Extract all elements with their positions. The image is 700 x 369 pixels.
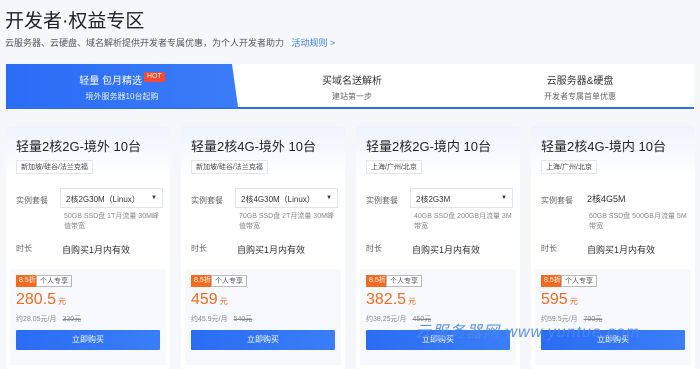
region-tag: 新加坡/硅谷/法兰克福 xyxy=(16,160,93,174)
region-tag: 新加坡/硅谷/法兰克福 xyxy=(191,160,268,174)
tab-label: 买域名送解析 xyxy=(322,76,382,87)
card-title: 轻量2核2G-境内 10台 xyxy=(366,139,491,154)
price-box: 8.5折 个人专享 382.5 元 约38.25元/月 450元 立即购买 xyxy=(360,269,516,365)
duration-label: 时长 xyxy=(366,244,382,253)
duration-label: 时长 xyxy=(16,244,32,253)
card-title: 轻量2核4G-境外 10台 xyxy=(191,139,316,154)
original-price: 540元 xyxy=(233,316,253,323)
tab-domain[interactable]: 买域名送解析 建站第一步 xyxy=(238,64,466,107)
buy-button[interactable]: 立即购买 xyxy=(16,330,160,350)
plan-label: 实例套餐 xyxy=(541,196,573,205)
plan-value: 2核4G5M xyxy=(587,194,626,204)
price: 382.5 元 xyxy=(366,291,416,309)
price: 280.5 元 xyxy=(16,291,66,309)
tab-bar: 轻量 包月精选 HOT 境外服务器10台起购 买域名送解析 建站第一步 云服务器&… xyxy=(6,64,694,109)
personal-badge: 个人专享 xyxy=(36,275,72,287)
personal-badge: 个人专享 xyxy=(211,275,247,287)
price-value: 459 xyxy=(191,291,218,308)
region-tag: 上海/广州/北京 xyxy=(366,160,422,174)
price-unit: 元 xyxy=(569,297,578,306)
tab-sublabel: 建站第一步 xyxy=(332,92,372,101)
tab-sublabel: 开发者专属首单优惠 xyxy=(544,92,616,101)
page-subtitle: 云服务器、云硬盘、域名解析提供开发者专属优惠，为个人开发者助力 活动规则 > xyxy=(5,36,335,49)
plan-spec: 60GB SSD盘 500GB月流量 5M带宽 xyxy=(589,213,687,230)
plan-label: 实例套餐 xyxy=(191,196,223,205)
monthly-value: 约28.05元/月 xyxy=(16,316,57,323)
duration-label: 时长 xyxy=(191,244,207,253)
chevron-down-icon: ▼ xyxy=(151,195,157,201)
tab-lightweight-monthly[interactable]: 轻量 包月精选 HOT 境外服务器10台起购 xyxy=(6,64,238,107)
price-unit: 元 xyxy=(408,297,417,306)
plan-select[interactable]: 2核2G30M（Linux） ▼ xyxy=(60,188,163,208)
chevron-down-icon: ▼ xyxy=(501,195,507,201)
price-value: 280.5 xyxy=(16,291,57,308)
personal-badge: 个人专享 xyxy=(386,275,422,287)
plan-spec: 50GB SSD盘 1T月流量 30M峰值带宽 xyxy=(64,213,159,230)
subtitle-text: 云服务器、云硬盘、域名解析提供开发者专属优惠，为个人开发者助力 xyxy=(5,38,285,48)
original-price: 330元 xyxy=(62,316,82,323)
product-card: 轻量2核2G-境外 10台 新加坡/硅谷/法兰克福 实例套餐 2核2G30M（L… xyxy=(6,126,170,369)
price-unit: 元 xyxy=(58,297,67,306)
card-title: 轻量2核4G-境内 10台 xyxy=(541,139,666,154)
price-value: 595 xyxy=(541,291,568,308)
price-unit: 元 xyxy=(219,297,228,306)
tab-sublabel: 境外服务器10台起购 xyxy=(85,92,159,101)
plan-label: 实例套餐 xyxy=(366,196,398,205)
price-value: 382.5 xyxy=(366,291,407,308)
tab-label: 轻量 包月精选 xyxy=(79,76,142,87)
duration-value: 自购买1月内有效 xyxy=(62,245,131,255)
monthly-price: 约45.9元/月 540元 xyxy=(191,314,252,324)
plan-select-value: 2核2G30M（Linux） xyxy=(66,195,140,204)
card-title: 轻量2核2G-境外 10台 xyxy=(16,139,141,154)
price-box: 8.5折 个人专享 280.5 元 约28.05元/月 330元 立即购买 xyxy=(10,269,166,365)
plan-spec: 40GB SSD盘 200GB月流量 3M带宽 xyxy=(414,213,512,230)
price-box: 8.5折 个人专享 459 元 约45.9元/月 540元 立即购买 xyxy=(185,269,341,365)
price-box: 8.5折 个人专享 595 元 约59.5元/月 700元 立即购买 xyxy=(535,269,691,365)
duration-value: 自购买1月内有效 xyxy=(237,245,306,255)
tab-cloud-server[interactable]: 云服务器&硬盘 开发者专属首单优惠 xyxy=(466,64,694,107)
watermark: 云服务器网 www.yuntue.com xyxy=(415,324,641,341)
personal-badge: 个人专享 xyxy=(561,275,597,287)
duration-label: 时长 xyxy=(541,244,557,253)
buy-button[interactable]: 立即购买 xyxy=(191,330,335,350)
plan-select[interactable]: 2核2G3M ▼ xyxy=(410,188,513,208)
chevron-down-icon: ▼ xyxy=(326,195,332,201)
plan-select-value: 2核2G3M xyxy=(416,195,451,204)
rules-link[interactable]: 活动规则 > xyxy=(292,38,336,48)
duration-value: 自购买1月内有效 xyxy=(412,245,481,255)
tab-label: 云服务器&硬盘 xyxy=(546,76,614,87)
plan-label: 实例套餐 xyxy=(16,196,48,205)
price: 459 元 xyxy=(191,291,228,309)
price: 595 元 xyxy=(541,291,578,309)
plan-select-value: 2核4G30M（Linux） xyxy=(241,195,315,204)
hot-badge: HOT xyxy=(144,72,165,82)
duration-value: 自购买1月内有效 xyxy=(587,245,656,255)
region-tag: 上海/广州/北京 xyxy=(541,160,597,174)
monthly-value: 约38.25元/月 xyxy=(366,316,407,323)
monthly-value: 约45.9元/月 xyxy=(191,316,228,323)
monthly-price: 约28.05元/月 330元 xyxy=(16,314,81,324)
page-title: 开发者·权益专区 xyxy=(5,11,145,32)
plan-spec: 70GB SSD盘 2T月流量 30M峰值带宽 xyxy=(239,213,334,230)
product-card: 轻量2核4G-境外 10台 新加坡/硅谷/法兰克福 实例套餐 2核4G30M（L… xyxy=(181,126,345,369)
plan-select[interactable]: 2核4G30M（Linux） ▼ xyxy=(235,188,338,208)
